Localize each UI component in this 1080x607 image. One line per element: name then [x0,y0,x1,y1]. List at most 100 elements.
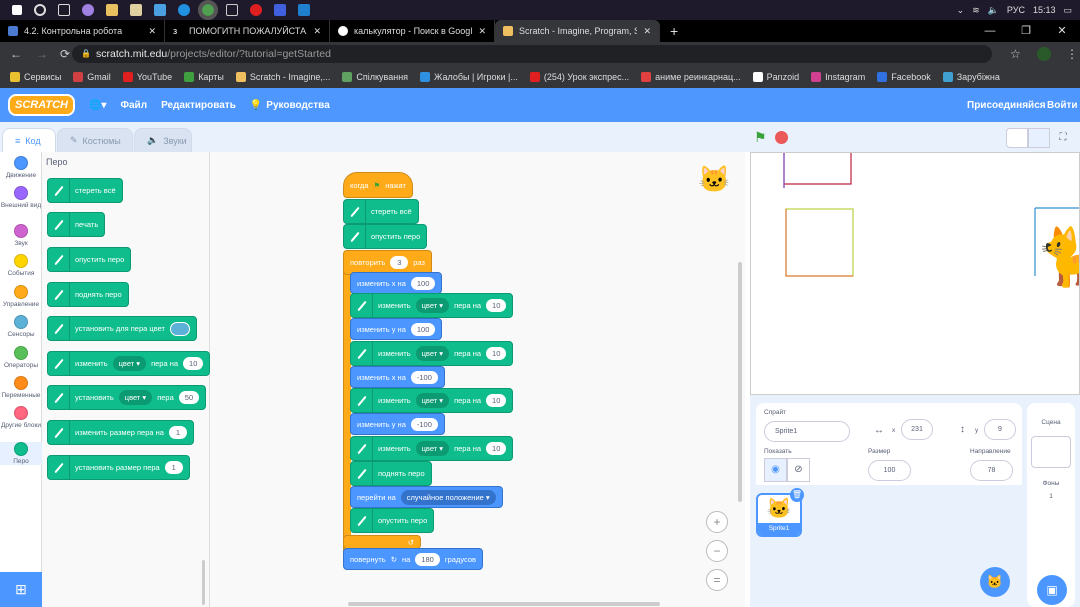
block-dropdown[interactable]: случайное положение ▾ [400,489,496,505]
block-input[interactable]: 10 [486,442,507,455]
block-input[interactable]: 10 [486,347,507,360]
script-block[interactable]: изменить у на 100 [350,318,443,340]
minimize-button[interactable]: — [972,20,1008,42]
block-dropdown[interactable]: цвет ▾ [118,390,153,405]
stage-canvas[interactable]: 🐈 [750,152,1080,395]
block-input[interactable]: 1 [164,461,183,474]
hide-eye-icon[interactable]: ⊘ [787,458,810,482]
url-input[interactable]: 🔒 scratch.mit.edu/projects/editor/?tutori… [72,45,992,63]
block-input[interactable]: 180 [415,552,440,566]
zoom-in-button[interactable]: + [706,511,728,533]
profile-avatar[interactable] [1037,47,1051,61]
bookmark-item[interactable]: Instagram [811,72,865,82]
bookmark-item[interactable]: Scratch - Imagine,... [235,72,330,82]
bookmark-item[interactable]: Жалобы | Игроки |... [420,72,518,82]
chrome-icon[interactable] [198,0,218,20]
block-dropdown[interactable]: цвет ▾ [415,346,450,361]
category-8[interactable]: Другие блоки [0,406,42,429]
signin-link[interactable]: Войти [1047,100,1078,111]
block-dropdown[interactable]: цвет ▾ [415,393,450,408]
opera-icon[interactable] [250,4,262,16]
block-input[interactable]: 10 [486,299,507,312]
block-dropdown[interactable]: цвет ▾ [415,298,450,313]
size-input[interactable]: 100 [868,460,911,481]
join-link[interactable]: Присоединяйся [967,100,1046,111]
fullscreen-button[interactable]: ⛶ [1052,128,1074,148]
block-input[interactable]: 1 [168,426,187,439]
sprite-name-input[interactable]: Sprite1 [764,421,850,442]
stage-thumbnail[interactable] [1031,436,1071,468]
bookmark-item[interactable]: Зарубіжна [942,72,1000,82]
large-stage-button[interactable] [1028,128,1050,148]
volume-icon[interactable]: 🔈 [988,5,999,16]
palette-block[interactable]: поднять перо [47,282,129,307]
forward-icon[interactable]: → [36,47,48,61]
search-icon[interactable] [34,4,46,16]
direction-input[interactable]: 78 [970,460,1013,481]
close-tab-icon[interactable]: ✕ [148,26,156,37]
zoom-reset-button[interactable]: = [706,569,728,591]
bookmark-item[interactable]: Сервисы [10,72,61,82]
palette-block[interactable]: стереть всё [47,178,123,203]
category-3[interactable]: События [0,254,42,277]
palette-block[interactable]: установить размер пера 1 [47,455,190,480]
browser-tab-active[interactable]: Scratch - Imagine, Program, Share ✕ [495,20,660,42]
palette-block[interactable]: опустить перо [47,247,132,272]
chevron-up-icon[interactable]: ⌄ [957,5,965,16]
category-9[interactable]: Перо [0,442,42,465]
menu-icon[interactable]: ⋮ [1066,47,1078,61]
add-sprite-button[interactable]: 🐱 [980,567,1010,597]
block-input[interactable]: 100 [410,322,436,336]
add-extension-button[interactable]: ⊞ [0,572,42,607]
block-dropdown[interactable]: цвет ▾ [112,356,147,371]
edit-menu[interactable]: Редактировать [161,100,236,111]
tutorials-menu[interactable]: Руководства [266,100,329,111]
language-indicator[interactable]: РУС [1007,5,1025,15]
x-input[interactable]: 231 [901,419,933,440]
bookmark-item[interactable]: (254) Урок экспрес... [529,72,629,82]
horizontal-scrollbar[interactable] [348,602,660,606]
show-eye-icon[interactable]: ◉ [764,458,787,482]
small-stage-button[interactable] [1006,128,1028,148]
category-5[interactable]: Сенсоры [0,315,42,338]
script-block[interactable]: стереть всё [343,199,419,224]
zoom-out-button[interactable]: − [706,540,728,562]
close-window-button[interactable]: ✕ [1044,20,1080,42]
scratch-logo[interactable]: SCRATCH [8,94,75,116]
color-swatch[interactable] [169,321,190,336]
browser-tab[interactable]: калькулятор - Поиск в Google ✕ [330,20,495,42]
close-tab-icon[interactable]: ✕ [313,26,321,37]
wifi-icon[interactable]: ≋ [972,5,980,16]
bookmark-item[interactable]: YouTube [122,72,172,82]
bookmark-item[interactable]: Спілкування [342,72,408,82]
mail-icon[interactable] [154,4,166,16]
tab-costumes[interactable]: ✎ Костюмы [57,128,133,152]
script-block[interactable]: изменить цвет ▾ пера на 10 [350,436,514,461]
palette-block[interactable]: установить цвет ▾ пера 50 [47,385,207,410]
file-explorer-icon[interactable] [106,4,118,16]
store-icon[interactable] [130,4,142,16]
bookmark-item[interactable]: Facebook [877,72,931,82]
reload-icon[interactable]: ⟳ [60,47,70,61]
block-input[interactable]: 10 [183,357,204,370]
category-1[interactable]: Внешний вид [0,186,42,209]
block-input[interactable]: 10 [486,394,507,407]
category-4[interactable]: Управление [0,285,42,308]
app-icon[interactable] [298,4,310,16]
block-dropdown[interactable]: цвет ▾ [415,441,450,456]
browser-tab[interactable]: 4.2. Контрольна робота ✕ [0,20,165,42]
script-block[interactable]: изменить у на -100 [350,413,445,435]
category-6[interactable]: Операторы [0,346,42,369]
palette-block[interactable]: установить для пера цвет [47,316,197,341]
palette-block[interactable]: печать [47,212,106,237]
add-backdrop-button[interactable]: ▣ [1037,575,1067,605]
green-flag-button[interactable]: ⚑ [754,129,767,146]
script-block[interactable]: повернуть ↻ на 180 градусов [343,548,483,570]
bookmark-item[interactable]: аниме реинкарнац... [641,72,741,82]
script-block[interactable]: ↺ [343,535,421,549]
block-input[interactable]: -100 [410,417,438,431]
tab-code[interactable]: ≡ Код [2,128,56,152]
block-input[interactable]: -100 [410,370,438,384]
browser-tab[interactable]: з ПОМОГИТН ПОЖАЛУЙСТА! ДА ✕ [165,20,330,42]
palette-block[interactable]: изменить размер пера на 1 [47,420,194,445]
